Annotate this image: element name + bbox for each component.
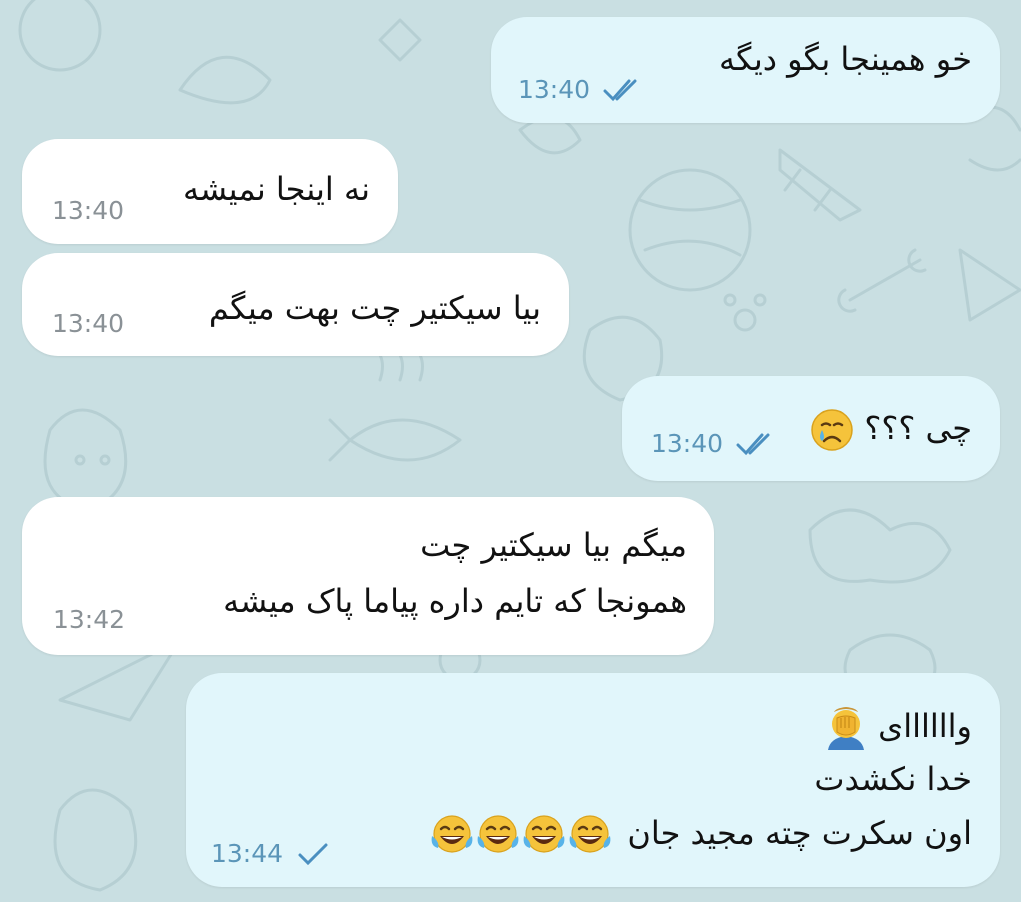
read-double-check-icon <box>603 79 637 102</box>
joy-icon <box>569 815 611 853</box>
message-text-line: همونجا که تایم داره پیاما پاک میشه <box>223 582 687 620</box>
message-text-line: خدا نکشدت <box>814 760 972 798</box>
message-bubble[interactable]: خو همینجا بگو دیگه 13:40 <box>491 17 1000 123</box>
facepalm-icon <box>827 707 864 750</box>
message-text: بیا سیکتیر چت بهت میگم <box>208 289 541 327</box>
sent-check-icon <box>298 843 328 866</box>
message-text: خو همینجا بگو دیگه <box>718 40 972 78</box>
message-bubble[interactable]: بیا سیکتیر چت بهت میگم 13:40 <box>22 253 569 356</box>
crying-face-icon <box>811 409 853 451</box>
message-text-content: اون سکرت چته مجید جان <box>627 814 972 852</box>
message-bubble[interactable]: چی ؟؟؟ 13:40 <box>622 376 1000 481</box>
message-bubble[interactable]: میگم بیا سیکتیر چت همونجا که تایم داره پ… <box>22 497 714 655</box>
message-text-line: اون سکرت چته مجید جان <box>429 805 972 861</box>
message-text-content: واااااای <box>878 707 972 745</box>
message-time: 13:40 <box>651 429 724 458</box>
message-time: 13:40 <box>518 75 591 104</box>
message-time: 13:42 <box>53 605 126 634</box>
message-text-content: چی ؟؟؟ <box>864 409 972 447</box>
joy-icon <box>431 815 473 853</box>
message-time: 13:40 <box>52 196 125 225</box>
joy-emoji-group <box>429 814 613 853</box>
message-bubble[interactable]: واااااای خدا نکشدت اون سکرت چته مجید جان <box>186 673 1000 887</box>
message-text-line: واااااای <box>824 698 972 754</box>
message-time: 13:44 <box>211 839 284 868</box>
message-text: نه اینجا نمیشه <box>182 170 370 208</box>
read-double-check-icon <box>736 433 770 456</box>
message-text: چی ؟؟؟ <box>810 400 972 456</box>
message-time: 13:40 <box>52 309 125 338</box>
joy-icon <box>523 815 565 853</box>
message-text-line: میگم بیا سیکتیر چت <box>420 526 687 564</box>
message-bubble[interactable]: نه اینجا نمیشه 13:40 <box>22 139 398 244</box>
joy-icon <box>477 815 519 853</box>
